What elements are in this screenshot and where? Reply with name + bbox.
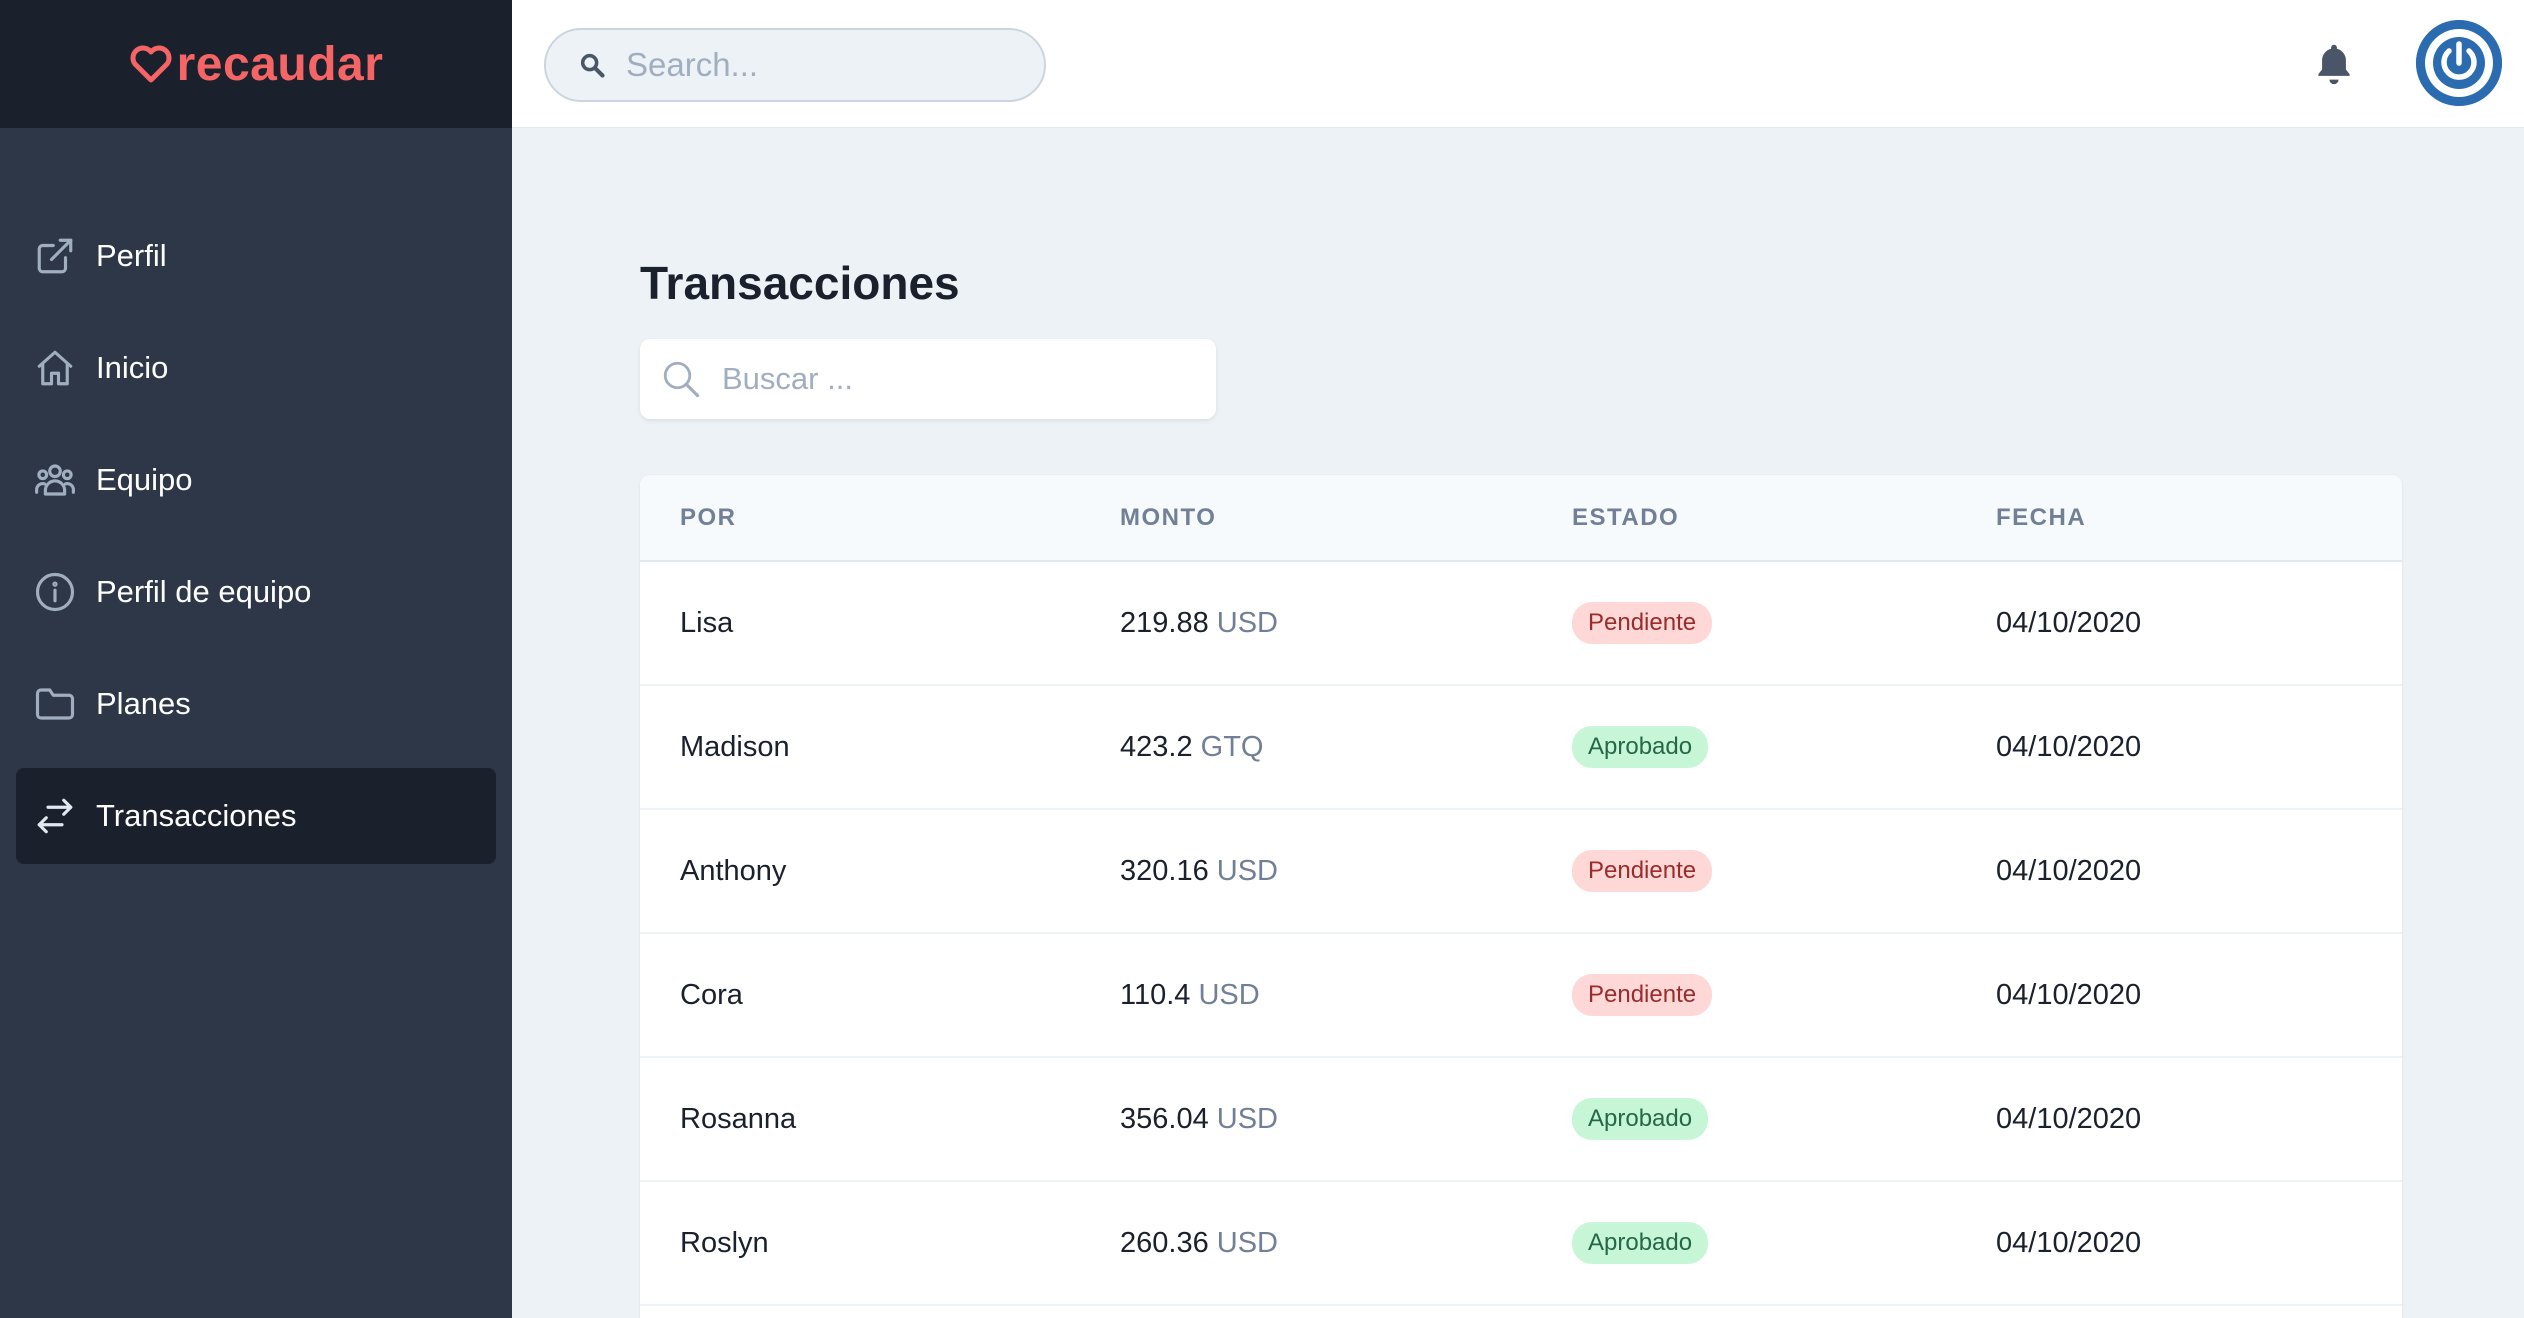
cell-fecha: 04/10/2020: [1996, 1102, 2142, 1135]
amount-value: 110.4: [1120, 978, 1191, 1011]
cell-estado: Pendiente: [1532, 809, 1956, 933]
sidebar-item-transacciones[interactable]: Transacciones: [16, 768, 496, 864]
info-icon: [34, 571, 76, 613]
switch-arrows-icon: [34, 795, 76, 837]
transactions-table: POR MONTO ESTADO FECHA Lisa 219.88 USD P…: [640, 475, 2402, 1306]
cell-monto: 260.36 USD: [1080, 1181, 1532, 1305]
cell-fecha: 04/10/2020: [1996, 730, 2142, 763]
avatar[interactable]: [2416, 20, 2502, 106]
power-icon: [2416, 20, 2502, 106]
amount-value: 260.36: [1120, 1226, 1209, 1259]
cell-estado: Aprobado: [1532, 1181, 1956, 1305]
currency-code: USD: [1198, 978, 1260, 1011]
notifications-button[interactable]: [2308, 38, 2360, 90]
sidebar-item-label: Planes: [96, 686, 191, 721]
users-icon: [34, 459, 76, 501]
status-badge: Aprobado: [1572, 1222, 1709, 1264]
logo-text: recaudar: [176, 37, 384, 91]
sidebar-item-label: Equipo: [96, 462, 193, 497]
currency-code: USD: [1216, 854, 1278, 887]
logo-bar: recaudar: [0, 0, 512, 128]
table-row[interactable]: Lisa 219.88 USD Pendiente 04/10/2020: [640, 561, 2402, 685]
transactions-search-box: [640, 339, 1216, 419]
sidebar: recaudar Perfil Inicio Equipo Perfil de …: [0, 0, 512, 1318]
heart-logo-icon: [130, 45, 172, 83]
column-header-fecha[interactable]: FECHA: [1956, 475, 2402, 561]
amount-value: 219.88: [1120, 606, 1209, 639]
sidebar-item-planes[interactable]: Planes: [16, 656, 496, 752]
currency-code: USD: [1216, 1226, 1278, 1259]
status-badge: Aprobado: [1572, 726, 1709, 768]
currency-code: USD: [1216, 1102, 1278, 1135]
cell-por: Cora: [680, 978, 743, 1011]
table-row[interactable]: Madison 423.2 GTQ Aprobado 04/10/2020: [640, 685, 2402, 809]
cell-estado: Aprobado: [1532, 685, 1956, 809]
cell-fecha: 04/10/2020: [1996, 606, 2142, 639]
sidebar-item-inicio[interactable]: Inicio: [16, 320, 496, 416]
table-row[interactable]: Rosanna 356.04 USD Aprobado 04/10/2020: [640, 1057, 2402, 1181]
cell-estado: Aprobado: [1532, 1057, 1956, 1181]
table-row[interactable]: Anthony 320.16 USD Pendiente 04/10/2020: [640, 809, 2402, 933]
external-link-icon: [34, 235, 76, 277]
currency-code: GTQ: [1200, 730, 1264, 763]
transactions-table-card: POR MONTO ESTADO FECHA Lisa 219.88 USD P…: [640, 475, 2402, 1318]
table-header-row: POR MONTO ESTADO FECHA: [640, 475, 2402, 561]
top-search-box: [544, 28, 1046, 102]
sidebar-item-equipo[interactable]: Equipo: [16, 432, 496, 528]
logo[interactable]: recaudar: [129, 37, 384, 92]
status-badge: Pendiente: [1572, 850, 1713, 892]
cell-monto: 219.88 USD: [1080, 561, 1532, 685]
amount-value: 423.2: [1120, 730, 1193, 763]
status-badge: Pendiente: [1572, 602, 1713, 644]
cell-monto: 110.4 USD: [1080, 933, 1532, 1057]
cell-fecha: 04/10/2020: [1996, 1226, 2142, 1259]
column-header-por[interactable]: POR: [640, 475, 1080, 561]
home-icon: [34, 347, 76, 389]
cell-fecha: 04/10/2020: [1996, 854, 2142, 887]
sidebar-nav: Perfil Inicio Equipo Perfil de equipo Pl…: [0, 128, 512, 864]
sidebar-item-label: Perfil: [96, 238, 167, 273]
amount-value: 320.16: [1120, 854, 1209, 887]
currency-code: USD: [1216, 606, 1278, 639]
bell-icon: [2318, 44, 2350, 85]
cell-monto: 320.16 USD: [1080, 809, 1532, 933]
cell-monto: 356.04 USD: [1080, 1057, 1532, 1181]
cell-por: Lisa: [680, 606, 734, 639]
sidebar-item-perfil-de-equipo[interactable]: Perfil de equipo: [16, 544, 496, 640]
top-search-input[interactable]: [626, 46, 1006, 84]
sidebar-item-perfil[interactable]: Perfil: [16, 208, 496, 304]
main-content: Transacciones POR MONTO ESTADO FECHA Lis…: [512, 129, 2524, 1318]
cell-por: Anthony: [680, 854, 787, 887]
column-header-monto[interactable]: MONTO: [1080, 475, 1532, 561]
search-icon: [663, 361, 700, 398]
search-icon: [580, 53, 605, 78]
sidebar-item-label: Transacciones: [96, 798, 297, 833]
app-root: recaudar Perfil Inicio Equipo Perfil de …: [0, 0, 2524, 1318]
status-badge: Aprobado: [1572, 1098, 1709, 1140]
cell-por: Madison: [680, 730, 790, 763]
folder-icon: [34, 683, 76, 725]
sidebar-item-label: Inicio: [96, 350, 169, 385]
table-body: Lisa 219.88 USD Pendiente 04/10/2020 Mad…: [640, 561, 2402, 1305]
table-row[interactable]: Cora 110.4 USD Pendiente 04/10/2020: [640, 933, 2402, 1057]
topbar: [512, 0, 2524, 128]
cell-por: Rosanna: [680, 1102, 797, 1135]
status-badge: Pendiente: [1572, 974, 1713, 1016]
table-header: POR MONTO ESTADO FECHA: [640, 475, 2402, 561]
column-header-estado[interactable]: ESTADO: [1532, 475, 1956, 561]
cell-monto: 423.2 GTQ: [1080, 685, 1532, 809]
sidebar-item-label: Perfil de equipo: [96, 574, 312, 609]
cell-fecha: 04/10/2020: [1996, 978, 2142, 1011]
cell-estado: Pendiente: [1532, 933, 1956, 1057]
page-title: Transacciones: [640, 257, 960, 309]
transactions-search-input[interactable]: [722, 361, 1202, 397]
cell-estado: Pendiente: [1532, 561, 1956, 685]
amount-value: 356.04: [1120, 1102, 1209, 1135]
table-row[interactable]: Roslyn 260.36 USD Aprobado 04/10/2020: [640, 1181, 2402, 1305]
cell-por: Roslyn: [680, 1226, 769, 1259]
